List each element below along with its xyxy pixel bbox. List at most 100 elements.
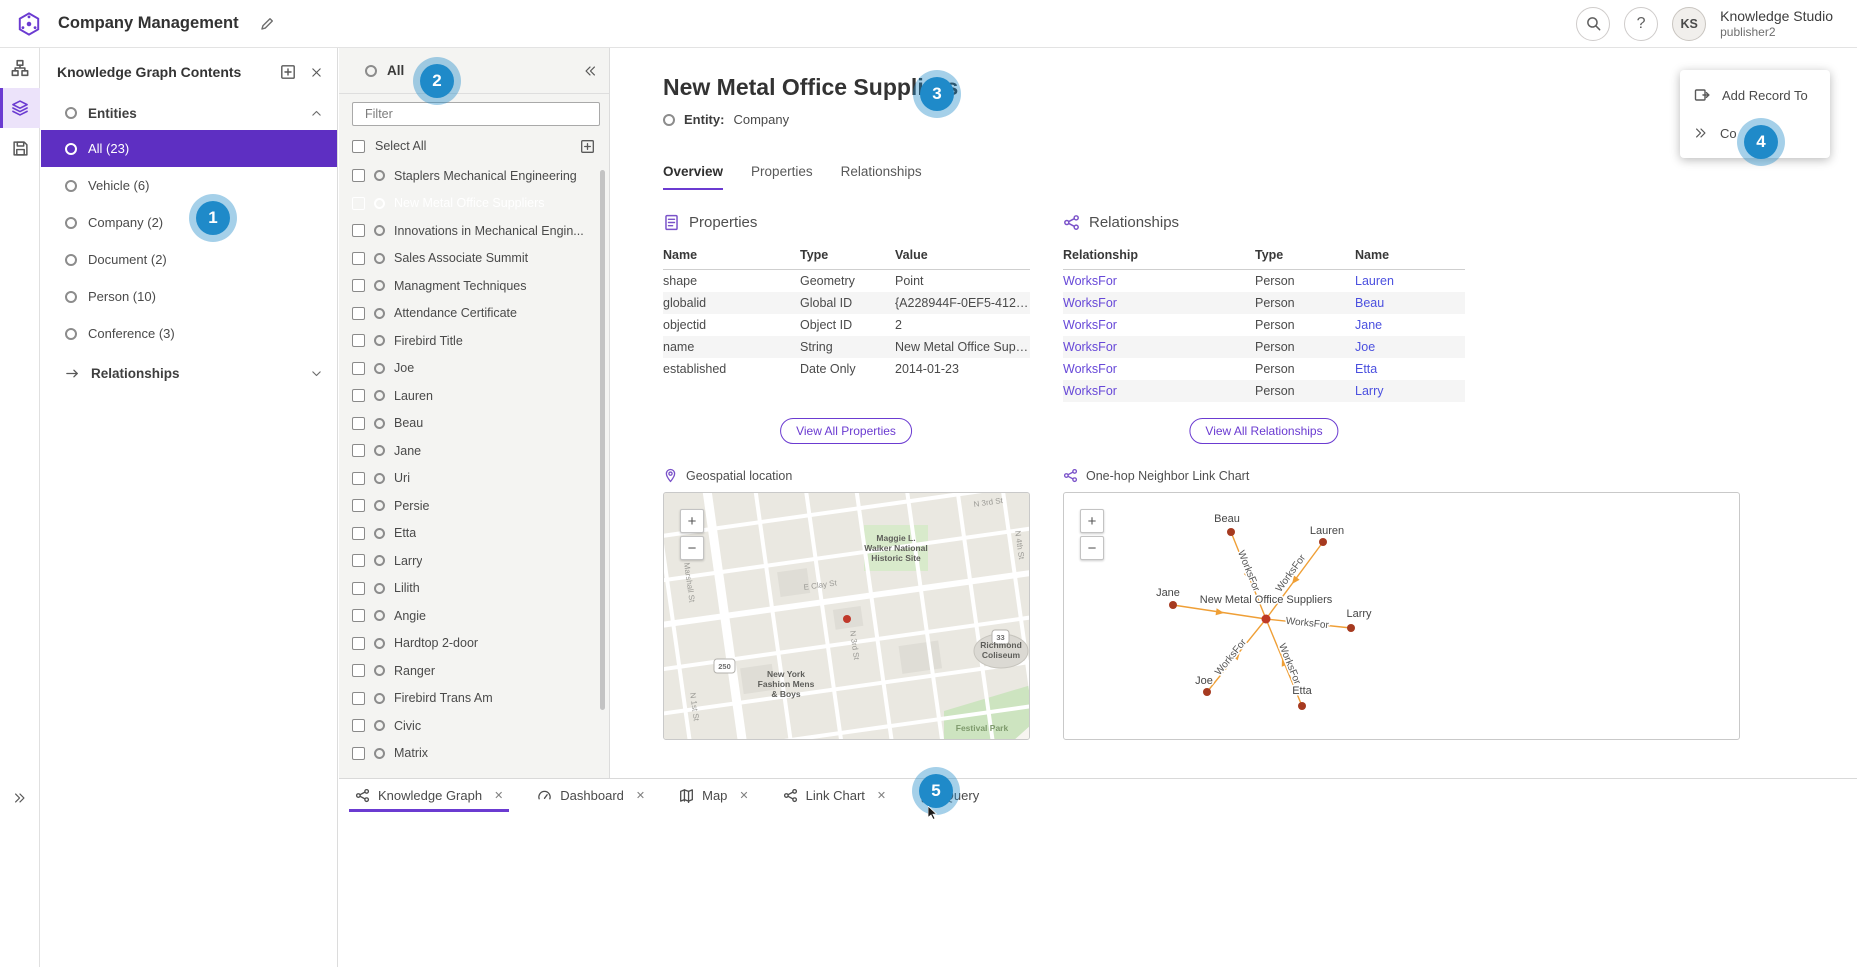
app-logo-icon[interactable] (16, 11, 42, 37)
entity-type-row[interactable]: Conference (3) (41, 315, 337, 352)
close-tab-icon[interactable]: ✕ (877, 789, 886, 802)
related-entity-link[interactable]: Beau (1355, 296, 1465, 310)
close-tab-icon[interactable]: ✕ (636, 789, 645, 802)
node-joe[interactable] (1203, 688, 1211, 696)
save-icon[interactable] (0, 128, 40, 168)
record-list-item[interactable]: Innovations in Mechanical Engin... (339, 217, 609, 245)
edit-title-icon[interactable] (259, 15, 275, 31)
record-checkbox[interactable] (352, 169, 365, 182)
relationship-link[interactable]: WorksFor (1063, 340, 1255, 354)
entity-type-row[interactable]: All (23) (41, 130, 337, 167)
chevron-down-icon[interactable] (310, 366, 323, 381)
chevron-up-icon[interactable] (310, 106, 323, 121)
record-checkbox[interactable] (352, 197, 365, 210)
close-panel-icon[interactable] (310, 66, 323, 79)
record-list-item[interactable]: Lilith (339, 575, 609, 603)
view-all-properties-button[interactable]: View All Properties (780, 418, 912, 444)
record-checkbox[interactable] (352, 417, 365, 430)
record-checkbox[interactable] (352, 719, 365, 732)
layers-icon[interactable] (0, 88, 40, 128)
node-beau[interactable] (1227, 528, 1235, 536)
double-chevron-right-icon[interactable] (0, 784, 40, 812)
menu-item-add-record-to[interactable]: Add Record To (1680, 76, 1830, 114)
relationship-link[interactable]: WorksFor (1063, 362, 1255, 376)
record-list-item[interactable]: Staplers Mechanical Engineering (339, 162, 609, 190)
record-list-item[interactable]: New Metal Office Suppliers (339, 190, 609, 218)
record-checkbox[interactable] (352, 554, 365, 567)
record-checkbox[interactable] (352, 499, 365, 512)
record-checkbox[interactable] (352, 692, 365, 705)
record-list-item[interactable]: Firebird Title (339, 327, 609, 355)
entity-type-row[interactable]: Company (2) (41, 204, 337, 241)
record-list-item[interactable]: Hardtop 2-door (339, 630, 609, 658)
record-checkbox[interactable] (352, 582, 365, 595)
entity-type-row[interactable]: Person (10) (41, 278, 337, 315)
record-list-item[interactable]: Joe (339, 355, 609, 383)
record-list-item[interactable]: Beau (339, 410, 609, 438)
record-list-item[interactable]: Etta (339, 520, 609, 548)
record-checkbox[interactable] (352, 224, 365, 237)
record-list-item[interactable]: Jane (339, 437, 609, 465)
record-checkbox[interactable] (352, 252, 365, 265)
record-list-item[interactable]: Managment Techniques (339, 272, 609, 300)
relationship-link[interactable]: WorksFor (1063, 384, 1255, 398)
record-checkbox[interactable] (352, 637, 365, 650)
record-checkbox[interactable] (352, 279, 365, 292)
tab-relationships[interactable]: Relationships (841, 164, 922, 190)
related-entity-link[interactable]: Lauren (1355, 274, 1465, 288)
entities-section-header[interactable]: Entities (41, 96, 337, 130)
record-checkbox[interactable] (352, 609, 365, 622)
record-list-item[interactable]: Attendance Certificate (339, 300, 609, 328)
help-icon[interactable]: ? (1624, 7, 1658, 41)
record-checkbox[interactable] (352, 444, 365, 457)
avatar[interactable]: KS (1672, 7, 1706, 41)
one-hop-link-chart[interactable]: + − WorksFor WorksFor WorksFor WorksFo (1063, 492, 1740, 740)
tab-overview[interactable]: Overview (663, 164, 723, 190)
relationship-link[interactable]: WorksFor (1063, 318, 1255, 332)
record-list-item[interactable]: Matrix (339, 740, 609, 768)
record-list-item[interactable]: Ranger (339, 657, 609, 685)
record-list-item[interactable]: Sales Associate Summit (339, 245, 609, 273)
entity-type-row[interactable]: Vehicle (6) (41, 167, 337, 204)
tab-link-chart[interactable]: Link Chart ✕ (783, 779, 886, 812)
add-to-new-map-icon[interactable] (280, 64, 296, 80)
relationship-link[interactable]: WorksFor (1063, 296, 1255, 310)
map-view[interactable]: + − (663, 492, 1030, 740)
related-entity-link[interactable]: Larry (1355, 384, 1465, 398)
record-list-item[interactable]: Angie (339, 602, 609, 630)
related-entity-link[interactable]: Joe (1355, 340, 1465, 354)
relationship-link[interactable]: WorksFor (1063, 274, 1255, 288)
zoom-in-button[interactable]: + (680, 509, 704, 533)
node-jane[interactable] (1169, 601, 1177, 609)
record-list-item[interactable]: Firebird Trans Am (339, 685, 609, 713)
zoom-in-button[interactable]: + (1080, 509, 1104, 533)
record-checkbox[interactable] (352, 389, 365, 402)
tab-knowledge-graph[interactable]: Knowledge Graph ✕ (355, 779, 503, 812)
close-tab-icon[interactable]: ✕ (494, 789, 503, 802)
tab-dashboard[interactable]: Dashboard ✕ (537, 779, 645, 812)
collapse-panel-icon[interactable] (583, 64, 597, 78)
hierarchy-icon[interactable] (0, 48, 40, 88)
related-entity-link[interactable]: Jane (1355, 318, 1465, 332)
record-list-item[interactable]: Persie (339, 492, 609, 520)
node-center[interactable] (1262, 615, 1271, 624)
record-list-item[interactable]: Uri (339, 465, 609, 493)
tab-map[interactable]: Map ✕ (679, 779, 749, 812)
record-list-item[interactable]: Lauren (339, 382, 609, 410)
node-lauren[interactable] (1319, 538, 1327, 546)
related-entity-link[interactable]: Etta (1355, 362, 1465, 376)
tab-properties[interactable]: Properties (751, 164, 813, 190)
record-checkbox[interactable] (352, 472, 365, 485)
record-list-item[interactable]: Larry (339, 547, 609, 575)
zoom-out-button[interactable]: − (680, 536, 704, 560)
filter-input[interactable] (352, 102, 600, 126)
add-selection-icon[interactable] (580, 139, 595, 154)
relationships-section-header[interactable]: Relationships (41, 356, 337, 390)
node-larry[interactable] (1347, 624, 1355, 632)
record-list-item[interactable]: Civic (339, 712, 609, 740)
record-checkbox[interactable] (352, 747, 365, 760)
record-checkbox[interactable] (352, 664, 365, 677)
zoom-out-button[interactable]: − (1080, 536, 1104, 560)
close-tab-icon[interactable]: ✕ (739, 789, 748, 802)
record-checkbox[interactable] (352, 307, 365, 320)
